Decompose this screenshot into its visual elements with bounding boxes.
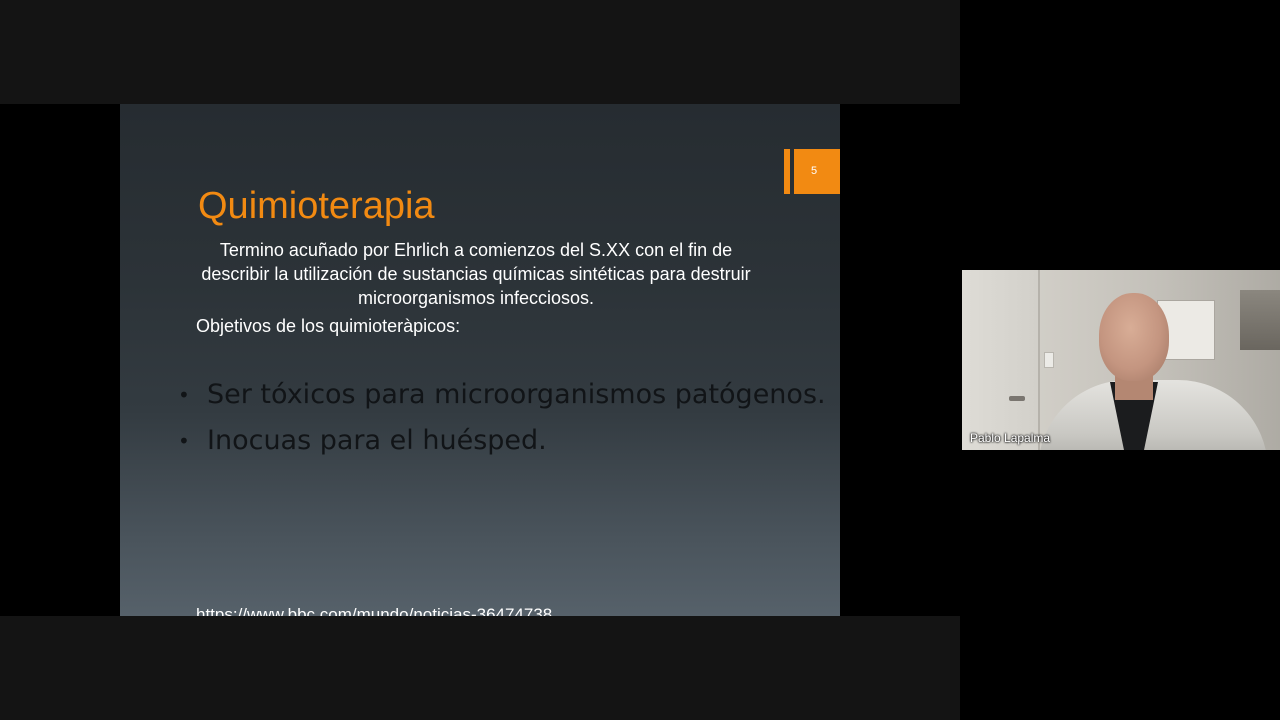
slide-number-accent	[784, 149, 790, 194]
screen-share-top-bar	[0, 0, 960, 104]
wall-switch	[1044, 352, 1054, 368]
door-handle	[1009, 396, 1025, 401]
participant-video-tile[interactable]: Pablo Lapalma	[962, 270, 1280, 450]
bullet-text: Inocuas para el huésped.	[207, 425, 547, 456]
bullet-item: • Inocuas para el huésped.	[178, 418, 828, 464]
presentation-slide: 5 Quimioterapia Termino acuñado por Ehrl…	[120, 104, 840, 616]
screen-share-bottom-bar	[0, 616, 960, 720]
bullet-icon: •	[178, 383, 190, 407]
bullet-text: Ser tóxicos para microorganismos patógen…	[207, 379, 826, 410]
slide-description: Termino acuñado por Ehrlich a comienzos …	[201, 240, 751, 308]
bullet-item: • Ser tóxicos para microorganismos patóg…	[178, 372, 828, 418]
background-shelf	[1240, 290, 1280, 350]
participant-head	[1099, 293, 1169, 381]
slide-title: Quimioterapia	[198, 185, 435, 227]
background-door	[962, 270, 1040, 450]
meeting-viewport: 5 Quimioterapia Termino acuñado por Ehrl…	[0, 0, 1280, 720]
slide-number: 5	[794, 149, 840, 194]
slide-source-url: https://www.bbc.com/mundo/noticias-36474…	[196, 605, 553, 616]
bullet-icon: •	[178, 429, 190, 453]
screen-share-area: 5 Quimioterapia Termino acuñado por Ehrl…	[0, 0, 960, 720]
slide-subheading: Objetivos de los quimioteràpicos:	[196, 316, 461, 336]
bullet-list: • Ser tóxicos para microorganismos patóg…	[178, 372, 828, 464]
participant-name-label: Pablo Lapalma	[970, 431, 1051, 445]
